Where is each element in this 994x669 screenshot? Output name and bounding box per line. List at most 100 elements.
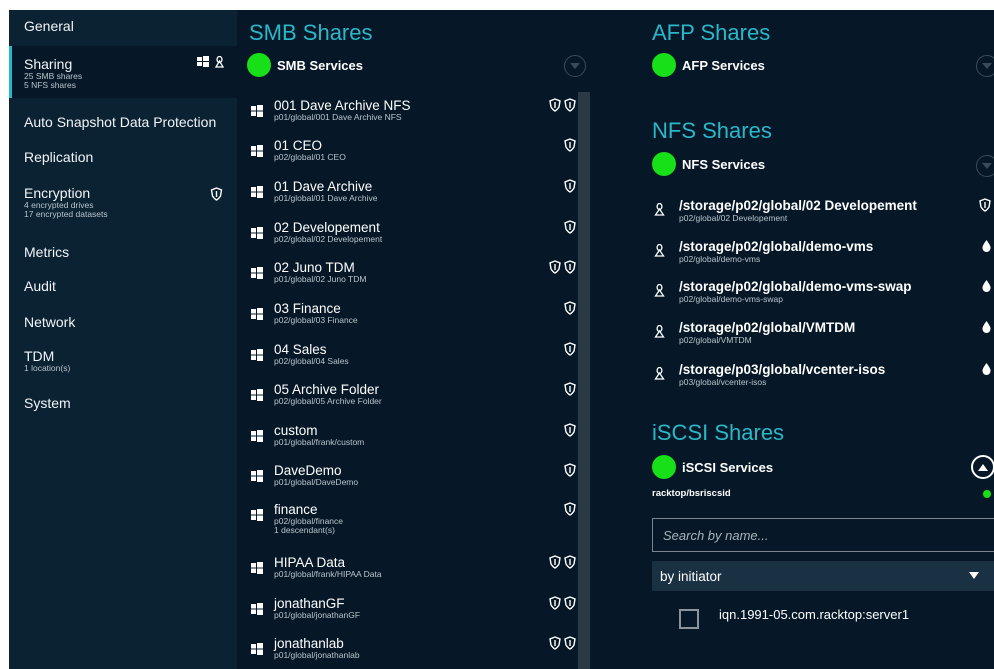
smb-list-scrollbar[interactable] — [578, 92, 590, 669]
chevron-down-icon — [982, 63, 992, 69]
share-status-icons — [564, 423, 576, 437]
smb-share-row[interactable]: 01 Dave Archive p01/global/01 Dave Archiv… — [249, 179, 584, 219]
smb-share-row[interactable]: custom p01/global/frank/custom — [249, 423, 584, 463]
shield-icon — [564, 220, 576, 234]
share-status-icons — [564, 463, 576, 477]
windows-icon — [251, 186, 263, 198]
initiator-checkbox[interactable] — [679, 609, 699, 629]
smb-share-row[interactable]: jonathanlab p01/global/jonathanlab — [249, 636, 584, 669]
windows-icon — [251, 308, 263, 320]
share-status-icons — [549, 555, 576, 569]
initiator-label: iqn.1991-05.com.racktop:server1 — [719, 607, 910, 622]
iscsi-collapse-button[interactable] — [971, 455, 994, 479]
sidebar-item-metrics[interactable]: Metrics — [9, 244, 237, 274]
share-path: p01/global/jonathanGF — [274, 611, 360, 620]
nfs-services-label: NFS Services — [682, 156, 766, 172]
nfs-share-name: /storage/p02/global/demo-vms-swap — [679, 279, 912, 294]
share-path: p01/global/02 Juno TDM — [274, 275, 366, 284]
share-name: HIPAA Data — [274, 555, 346, 570]
share-name: 01 Dave Archive — [274, 179, 373, 194]
smb-share-row[interactable]: 04 Sales p02/global/04 Sales — [249, 342, 584, 382]
share-status-icons — [564, 342, 576, 356]
share-name: jonathanGF — [274, 596, 345, 611]
sidebar-item-label: Network — [24, 314, 76, 330]
sidebar-item-general[interactable]: General — [9, 18, 237, 48]
share-name: custom — [274, 423, 318, 438]
iscsi-services-label: iSCSI Services — [682, 459, 774, 475]
shield-icon — [549, 260, 561, 274]
afp-expand-button[interactable] — [976, 55, 994, 77]
iscsi-services-toggle[interactable]: iSCSI Services — [652, 455, 773, 479]
shield-icon — [564, 260, 576, 274]
sidebar-item-encryption[interactable]: Encryption 4 encrypted drives 17 encrypt… — [9, 185, 237, 225]
share-status-icons — [564, 301, 576, 315]
sidebar-item-label: General — [24, 18, 74, 34]
smb-share-row[interactable]: 05 Archive Folder p02/global/05 Archive F… — [249, 382, 584, 422]
shield-icon — [564, 596, 576, 610]
share-status-icons — [549, 596, 576, 610]
status-dot — [652, 152, 676, 176]
sidebar-item-label: TDM — [24, 348, 55, 364]
smb-share-row[interactable]: 02 Juno TDM p01/global/02 Juno TDM — [249, 260, 584, 300]
linux-icon-wrap — [654, 202, 665, 219]
share-name: DaveDemo — [274, 463, 342, 478]
nfs-share-name: /storage/p02/global/02 Developement — [679, 198, 917, 213]
shield-icon — [564, 179, 576, 193]
smb-share-row[interactable]: 03 Finance p02/global/03 Finance — [249, 301, 584, 341]
filter-select-value: by initiator — [660, 568, 722, 584]
search-input[interactable] — [652, 518, 994, 552]
linux-icon — [214, 55, 225, 68]
smb-share-row[interactable]: 02 Developement p02/global/02 Developemen… — [249, 220, 584, 260]
nfs-share-row[interactable]: /storage/p02/global/demo-vms p02/global/d… — [652, 239, 994, 275]
target-status-dot — [983, 490, 991, 498]
sidebar-item-subtitle: 17 encrypted datasets — [24, 209, 108, 219]
sidebar-item-tdm[interactable]: TDM 1 location(s) — [9, 348, 237, 382]
afp-services-label: AFP Services — [682, 57, 765, 73]
nfs-share-row[interactable]: /storage/p02/global/VMTDM p02/global/VMTD… — [652, 320, 994, 356]
smb-services-toggle[interactable]: SMB Services — [247, 53, 363, 77]
sidebar-item-auto-snapshot[interactable]: Auto Snapshot Data Protection — [9, 114, 237, 144]
windows-icon — [251, 430, 263, 442]
share-path: p01/global/jonathanlab — [274, 651, 360, 660]
windows-icon — [251, 470, 263, 482]
share-status-icons — [549, 260, 576, 274]
smb-shares-title: SMB Shares — [249, 20, 373, 45]
windows-icon — [251, 227, 263, 239]
sidebar-item-audit[interactable]: Audit — [9, 278, 237, 308]
nfs-share-row[interactable]: /storage/p02/global/02 Developement p02/g… — [652, 198, 994, 234]
linux-icon-wrap — [654, 283, 665, 300]
sidebar-item-sharing[interactable]: Sharing 25 SMB shares 5 NFS shares — [9, 46, 237, 98]
sidebar-item-network[interactable]: Network — [9, 314, 237, 344]
sidebar-item-label: Audit — [24, 278, 56, 294]
filter-select[interactable]: by initiator — [652, 561, 994, 591]
drop-icon — [982, 240, 991, 252]
sidebar-item-label: System — [24, 395, 71, 411]
smb-expand-button[interactable] — [564, 55, 586, 77]
smb-share-row[interactable]: 001 Dave Archive NFS p01/global/001 Dave … — [249, 98, 584, 138]
linux-icon-wrap — [654, 324, 665, 341]
shield-icon — [564, 423, 576, 437]
shield-icon — [564, 636, 576, 650]
share-name: 02 Juno TDM — [274, 260, 355, 275]
afp-services-toggle[interactable]: AFP Services — [652, 53, 765, 77]
nfs-share-row[interactable]: /storage/p02/global/demo-vms-swap p02/glo… — [652, 279, 994, 315]
sidebar-item-label: Metrics — [24, 244, 70, 260]
smb-share-row[interactable]: finance p02/global/finance 1 descendant(s) — [249, 502, 584, 542]
sidebar-item-system[interactable]: System — [9, 395, 237, 425]
nfs-share-path: p02/global/demo-vms — [679, 254, 761, 264]
shield-icon — [564, 98, 576, 112]
nfs-share-path: p02/global/VMTDM — [679, 335, 752, 345]
nfs-services-toggle[interactable]: NFS Services — [652, 152, 765, 176]
windows-icon — [251, 145, 263, 157]
smb-share-row[interactable]: 01 CEO p02/global/01 CEO — [249, 138, 584, 178]
shield-icon — [564, 555, 576, 569]
sidebar-item-replication[interactable]: Replication — [9, 149, 237, 179]
nfs-share-row[interactable]: /storage/p03/global/vcenter-isos p03/glob… — [652, 362, 994, 398]
share-path-text: p01/global/frank/custom — [274, 437, 365, 447]
share-path-text: p01/global/jonathanlab — [274, 650, 360, 660]
share-status-icons — [564, 220, 576, 234]
nfs-expand-button[interactable] — [976, 155, 994, 177]
smb-share-row[interactable]: jonathanGF p01/global/jonathanGF — [249, 596, 584, 636]
smb-share-row[interactable]: HIPAA Data p01/global/frank/HIPAA Data — [249, 555, 584, 595]
smb-share-row[interactable]: DaveDemo p01/global/DaveDemo — [249, 463, 584, 503]
